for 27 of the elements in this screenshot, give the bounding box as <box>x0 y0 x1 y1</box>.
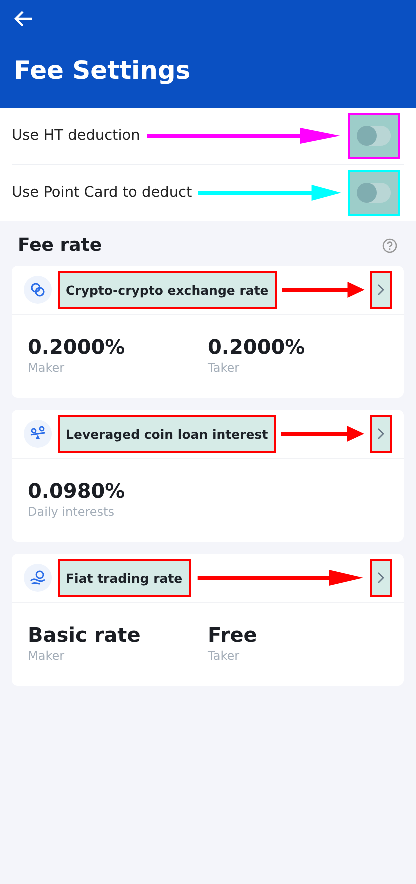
toggle-switch[interactable] <box>357 183 391 203</box>
rate-value: 0.2000% <box>28 335 126 359</box>
rate-value: 0.2000% <box>208 335 306 359</box>
rate-label: Daily interests <box>28 505 116 519</box>
back-arrow-icon[interactable] <box>14 10 34 28</box>
setting-label: Use Point Card to deduct <box>12 185 192 201</box>
category-icon <box>24 276 52 304</box>
category-icon <box>24 564 52 592</box>
rate-label: Maker <box>28 649 66 663</box>
rate-label: Maker <box>28 361 66 375</box>
card-title[interactable]: Fiat trading rate <box>58 559 191 597</box>
chevron-icon[interactable] <box>370 271 392 309</box>
setting-label: Use HT deduction <box>12 128 140 144</box>
category-icon <box>24 420 52 448</box>
rate-label: Taker <box>208 649 241 663</box>
chevron-icon[interactable] <box>370 559 392 597</box>
card-title[interactable]: Leveraged coin loan interest <box>58 415 276 453</box>
rate-value: Free <box>208 623 258 647</box>
page-title: Fee Settings <box>14 56 192 85</box>
rate-value: Basic rate <box>28 623 142 647</box>
help-icon[interactable] <box>382 238 398 254</box>
chevron-icon[interactable] <box>370 415 392 453</box>
card-title[interactable]: Crypto-crypto exchange rate <box>58 271 277 309</box>
rate-label: Taker <box>208 361 241 375</box>
toggle-switch[interactable] <box>357 126 391 146</box>
rate-value: 0.0980% <box>28 479 126 503</box>
section-title: Fee rate <box>18 235 102 256</box>
